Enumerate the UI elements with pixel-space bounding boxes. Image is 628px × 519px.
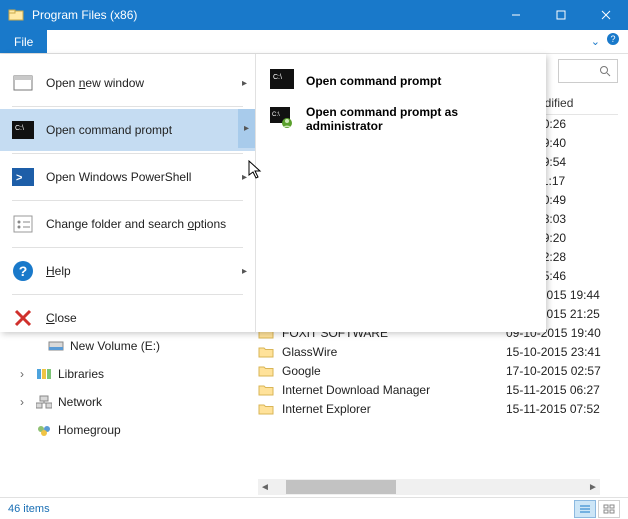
window-title: Program Files (x86) bbox=[32, 8, 493, 22]
nav-tree: New Volume (E:) › Libraries › Network › … bbox=[10, 336, 220, 440]
help-icon[interactable]: ? bbox=[606, 32, 620, 51]
menu-label: Close bbox=[46, 311, 77, 325]
help-icon: ? bbox=[12, 260, 34, 282]
file-name: Internet Explorer bbox=[282, 402, 506, 416]
submenu-open-cmd[interactable]: C:\ Open command prompt bbox=[260, 62, 542, 100]
tree-item-libraries[interactable]: › Libraries bbox=[10, 364, 220, 384]
submenu-open-cmd-admin[interactable]: C:\ Open command prompt as administrator bbox=[260, 100, 542, 138]
scrollbar-thumb[interactable] bbox=[286, 480, 396, 494]
file-date: 15-10-2015 23:41 bbox=[506, 345, 618, 359]
tree-label: Homegroup bbox=[58, 423, 121, 437]
chevron-right-icon: ▸ bbox=[242, 172, 247, 183]
file-date: 15-11-2015 06:27 bbox=[506, 383, 618, 397]
file-name: Google bbox=[282, 364, 506, 378]
submenu-label: Open command prompt as administrator bbox=[306, 105, 532, 133]
network-icon bbox=[36, 395, 52, 409]
cmd-icon: C:\ bbox=[12, 119, 34, 141]
menu-help[interactable]: ? Help ▸ bbox=[0, 250, 255, 292]
submenu-label: Open command prompt bbox=[306, 74, 441, 88]
tree-item-new-volume[interactable]: New Volume (E:) bbox=[10, 336, 220, 356]
svg-text:?: ? bbox=[19, 263, 28, 279]
menu-label: Open Windows PowerShell bbox=[46, 170, 191, 184]
svg-text:>: > bbox=[16, 172, 22, 184]
options-icon bbox=[12, 213, 34, 235]
scroll-right-icon[interactable]: ► bbox=[586, 482, 600, 493]
status-bar: 46 items bbox=[0, 497, 628, 519]
folder-icon bbox=[8, 7, 24, 23]
details-view-button[interactable] bbox=[574, 500, 596, 518]
folder-icon bbox=[258, 402, 274, 416]
drive-icon bbox=[48, 340, 64, 352]
menu-close[interactable]: Close bbox=[0, 297, 255, 339]
menu-open-command-prompt[interactable]: C:\ Open command prompt ▸ bbox=[0, 109, 255, 151]
svg-text:?: ? bbox=[610, 34, 615, 44]
content-area: odified 2015 20:262015 19:402015 19:5420… bbox=[0, 54, 628, 497]
file-row[interactable]: Google17-10-2015 02:57 bbox=[258, 361, 618, 380]
chevron-right-icon: ▸ bbox=[238, 109, 255, 148]
tree-label: Network bbox=[58, 395, 102, 409]
tree-item-homegroup[interactable]: › Homegroup bbox=[10, 420, 220, 440]
item-count: 46 items bbox=[8, 503, 50, 515]
powershell-icon: > bbox=[12, 166, 34, 188]
folder-icon bbox=[258, 345, 274, 359]
column-header-modified[interactable]: odified bbox=[538, 92, 618, 115]
scroll-left-icon[interactable]: ◄ bbox=[258, 482, 272, 493]
svg-text:C:\: C:\ bbox=[273, 74, 282, 81]
menu-label: Open new window bbox=[46, 76, 144, 90]
menu-open-powershell[interactable]: > Open Windows PowerShell ▸ bbox=[0, 156, 255, 198]
menu-label: Open command prompt bbox=[46, 123, 172, 137]
svg-text:C:\: C:\ bbox=[15, 125, 24, 132]
file-menu-submenu: C:\ Open command prompt C:\ Open command… bbox=[256, 54, 546, 332]
file-name: GlassWire bbox=[282, 345, 506, 359]
chevron-right-icon: ▸ bbox=[242, 78, 247, 89]
maximize-button[interactable] bbox=[538, 0, 583, 30]
file-row[interactable]: Internet Explorer15-11-2015 07:52 bbox=[258, 399, 618, 418]
cmd-admin-icon: C:\ bbox=[270, 107, 294, 131]
file-tab[interactable]: File bbox=[0, 30, 47, 53]
menu-folder-options[interactable]: Change folder and search options bbox=[0, 203, 255, 245]
chevron-right-icon: ▸ bbox=[242, 266, 247, 277]
file-date: 15-11-2015 07:52 bbox=[506, 402, 618, 416]
tree-item-network[interactable]: › Network bbox=[10, 392, 220, 412]
tree-label: Libraries bbox=[58, 367, 104, 381]
menu-open-new-window[interactable]: Open new window ▸ bbox=[0, 62, 255, 104]
menu-label: Change folder and search options bbox=[46, 217, 226, 231]
title-bar: Program Files (x86) bbox=[0, 0, 628, 30]
folder-icon bbox=[258, 364, 274, 378]
close-window-button[interactable] bbox=[583, 0, 628, 30]
icons-view-button[interactable] bbox=[598, 500, 620, 518]
chevron-right-icon[interactable]: › bbox=[20, 367, 30, 381]
search-icon bbox=[599, 65, 611, 77]
file-menu: Open new window ▸ C:\ Open command promp… bbox=[0, 54, 546, 332]
window-icon bbox=[12, 72, 34, 94]
minimize-button[interactable] bbox=[493, 0, 538, 30]
file-name: Internet Download Manager bbox=[282, 383, 506, 397]
menu-label: Help bbox=[46, 264, 71, 278]
file-row[interactable]: Internet Download Manager15-11-2015 06:2… bbox=[258, 380, 618, 399]
homegroup-icon bbox=[36, 423, 52, 437]
close-icon bbox=[12, 307, 34, 329]
svg-text:C:\: C:\ bbox=[272, 112, 280, 118]
chevron-right-icon[interactable]: › bbox=[20, 395, 30, 409]
ribbon: File ⌄ ? bbox=[0, 30, 628, 54]
search-input[interactable] bbox=[558, 59, 618, 83]
file-menu-primary: Open new window ▸ C:\ Open command promp… bbox=[0, 54, 256, 332]
cmd-icon: C:\ bbox=[270, 69, 294, 93]
ribbon-expand-icon[interactable]: ⌄ bbox=[591, 35, 600, 48]
file-date: 17-10-2015 02:57 bbox=[506, 364, 618, 378]
file-row[interactable]: GlassWire15-10-2015 23:41 bbox=[258, 342, 618, 361]
tree-label: New Volume (E:) bbox=[70, 339, 160, 353]
horizontal-scrollbar[interactable]: ◄ ► bbox=[258, 479, 600, 495]
libraries-icon bbox=[36, 367, 52, 381]
folder-icon bbox=[258, 383, 274, 397]
